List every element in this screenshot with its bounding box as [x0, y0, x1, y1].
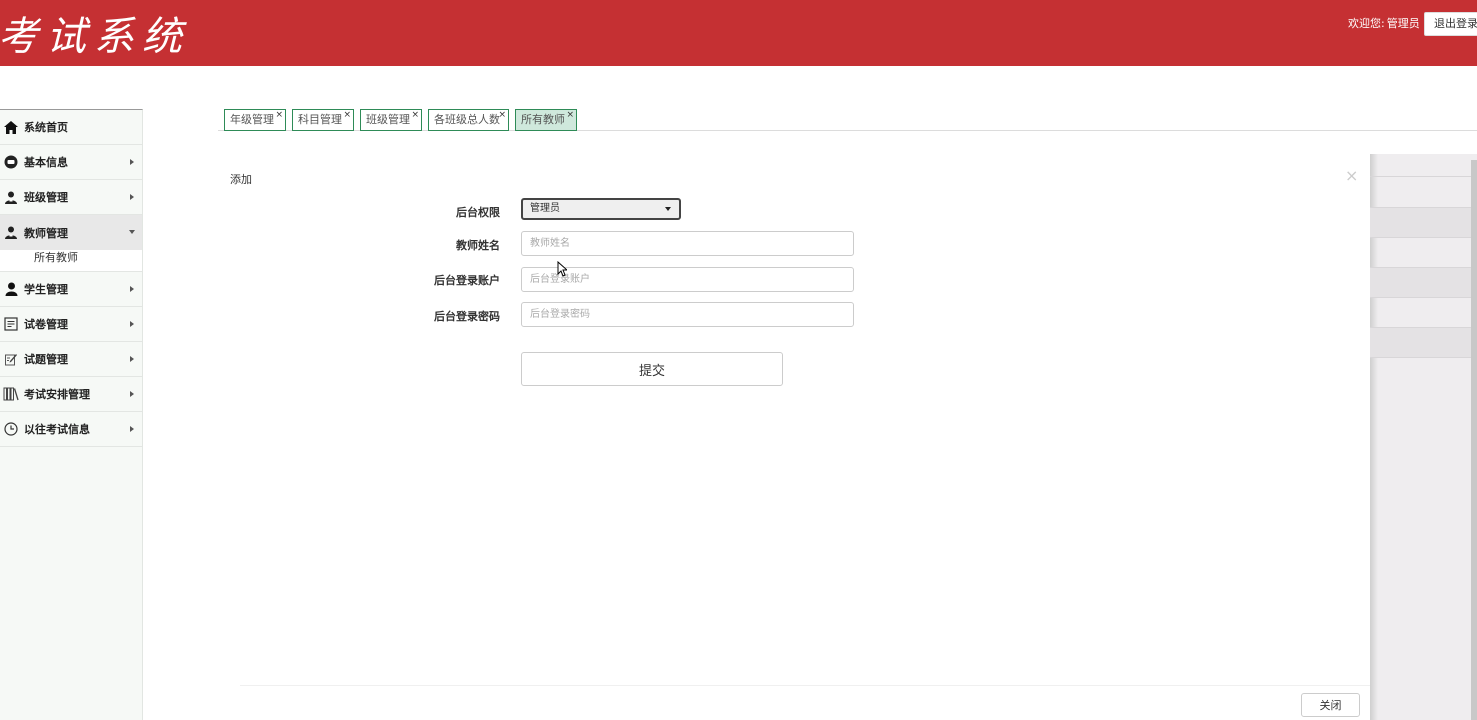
- tab-label: 所有教师: [521, 113, 565, 126]
- app-header: 考试系统 欢迎您: 管理员 退出登录: [0, 0, 1477, 66]
- account-input[interactable]: [521, 267, 854, 292]
- tab-label: 科目管理: [298, 113, 342, 126]
- role-select-value: 管理员: [530, 203, 560, 214]
- info-circle-icon: [3, 154, 19, 170]
- submit-button[interactable]: 提交: [521, 352, 783, 386]
- sidebar-item-paper-management[interactable]: 试卷管理: [0, 307, 142, 342]
- account-label: 后台登录账户: [434, 274, 500, 287]
- chevron-right-icon: [130, 194, 134, 200]
- tab-bar: 年级管理 × 科目管理 × 班级管理 × 各班级总人数 × 所有教师 ×: [218, 108, 1477, 131]
- teacher-name-input[interactable]: [521, 231, 854, 256]
- teacher-name-label: 教师姓名: [456, 239, 500, 252]
- add-teacher-modal: 添加 × 后台权限 管理员 教师姓名 后台登录账户 后台登录密码 提交 关闭: [218, 154, 1370, 720]
- modal-footer-divider: [240, 685, 1370, 686]
- role-select[interactable]: 管理员: [521, 198, 681, 220]
- user-group-icon: [3, 225, 19, 241]
- close-icon[interactable]: ×: [411, 105, 419, 125]
- chevron-right-icon: [130, 391, 134, 397]
- password-input[interactable]: [521, 302, 854, 327]
- sidebar-item-class-management[interactable]: 班级管理: [0, 180, 142, 215]
- sidebar-item-label: 以往考试信息: [24, 423, 90, 436]
- sidebar-item-exam-schedule[interactable]: 考试安排管理: [0, 377, 142, 412]
- role-label: 后台权限: [456, 206, 500, 219]
- books-icon: [3, 386, 19, 402]
- close-icon[interactable]: ×: [275, 105, 283, 125]
- password-label: 后台登录密码: [434, 310, 500, 323]
- tab-label: 各班级总人数: [434, 113, 500, 126]
- caret-down-icon: [665, 207, 671, 211]
- table-row: [1370, 297, 1477, 327]
- user-icon: [3, 281, 19, 297]
- close-icon[interactable]: ×: [1345, 166, 1358, 185]
- table-row: [1370, 267, 1477, 297]
- table-row: [1370, 176, 1477, 206]
- table-row: [1370, 207, 1477, 237]
- background-table: [1370, 154, 1477, 720]
- sidebar-item-label: 班级管理: [24, 191, 68, 204]
- close-icon[interactable]: ×: [343, 105, 351, 125]
- tab-subject-management[interactable]: 科目管理 ×: [292, 109, 354, 131]
- tab-all-teachers[interactable]: 所有教师 ×: [515, 109, 577, 131]
- sidebar-item-label: 考试安排管理: [24, 388, 90, 401]
- tab-label: 年级管理: [230, 113, 274, 126]
- current-username: 管理员: [1386, 17, 1420, 30]
- logout-button[interactable]: 退出登录: [1424, 12, 1477, 36]
- tab-class-management[interactable]: 班级管理 ×: [360, 109, 422, 131]
- sidebar-item-label: 试卷管理: [24, 318, 68, 331]
- close-icon[interactable]: ×: [498, 105, 506, 125]
- sidebar: 系统首页 基本信息 班级管理 教师管理 所有教师 学生管理 试卷管理 试题管理 …: [0, 109, 143, 720]
- chevron-right-icon: [130, 159, 134, 165]
- sidebar-item-teacher-management[interactable]: 教师管理: [0, 215, 142, 250]
- sidebar-subitem-all-teachers[interactable]: 所有教师: [0, 250, 142, 272]
- clock-icon: [3, 421, 19, 437]
- edit-icon: [3, 351, 19, 367]
- page-scrollbar[interactable]: [1471, 160, 1477, 720]
- welcome-prefix: 欢迎您:: [1348, 17, 1385, 30]
- table-row: [1370, 357, 1477, 387]
- user-group-icon: [3, 189, 19, 205]
- tab-grade-management[interactable]: 年级管理 ×: [224, 109, 286, 131]
- modal-title: 添加: [230, 173, 252, 186]
- sidebar-item-past-exams[interactable]: 以往考试信息: [0, 412, 142, 447]
- sidebar-item-home[interactable]: 系统首页: [0, 110, 142, 145]
- sidebar-item-label: 基本信息: [24, 156, 68, 169]
- chevron-right-icon: [130, 286, 134, 292]
- tab-label: 班级管理: [366, 113, 410, 126]
- app-logo: 考试系统: [0, 14, 190, 60]
- sidebar-item-label: 系统首页: [24, 121, 68, 134]
- home-icon: [3, 119, 19, 135]
- sidebar-item-label: 学生管理: [24, 283, 68, 296]
- tab-class-headcount[interactable]: 各班级总人数 ×: [428, 109, 509, 131]
- close-icon[interactable]: ×: [566, 105, 574, 125]
- chevron-right-icon: [130, 426, 134, 432]
- sidebar-item-label: 试题管理: [24, 353, 68, 366]
- sidebar-item-label: 教师管理: [24, 226, 68, 240]
- welcome-text: 欢迎您: 管理员: [1346, 17, 1420, 31]
- mouse-cursor-icon: [557, 261, 567, 277]
- chevron-right-icon: [130, 321, 134, 327]
- document-icon: [3, 316, 19, 332]
- sidebar-item-basic-info[interactable]: 基本信息: [0, 145, 142, 180]
- table-row: [1370, 237, 1477, 267]
- close-button[interactable]: 关闭: [1301, 693, 1360, 717]
- chevron-right-icon: [130, 356, 134, 362]
- chevron-down-icon: [129, 230, 135, 234]
- sidebar-item-student-management[interactable]: 学生管理: [0, 272, 142, 307]
- table-row: [1370, 327, 1477, 357]
- sidebar-item-question-management[interactable]: 试题管理: [0, 342, 142, 377]
